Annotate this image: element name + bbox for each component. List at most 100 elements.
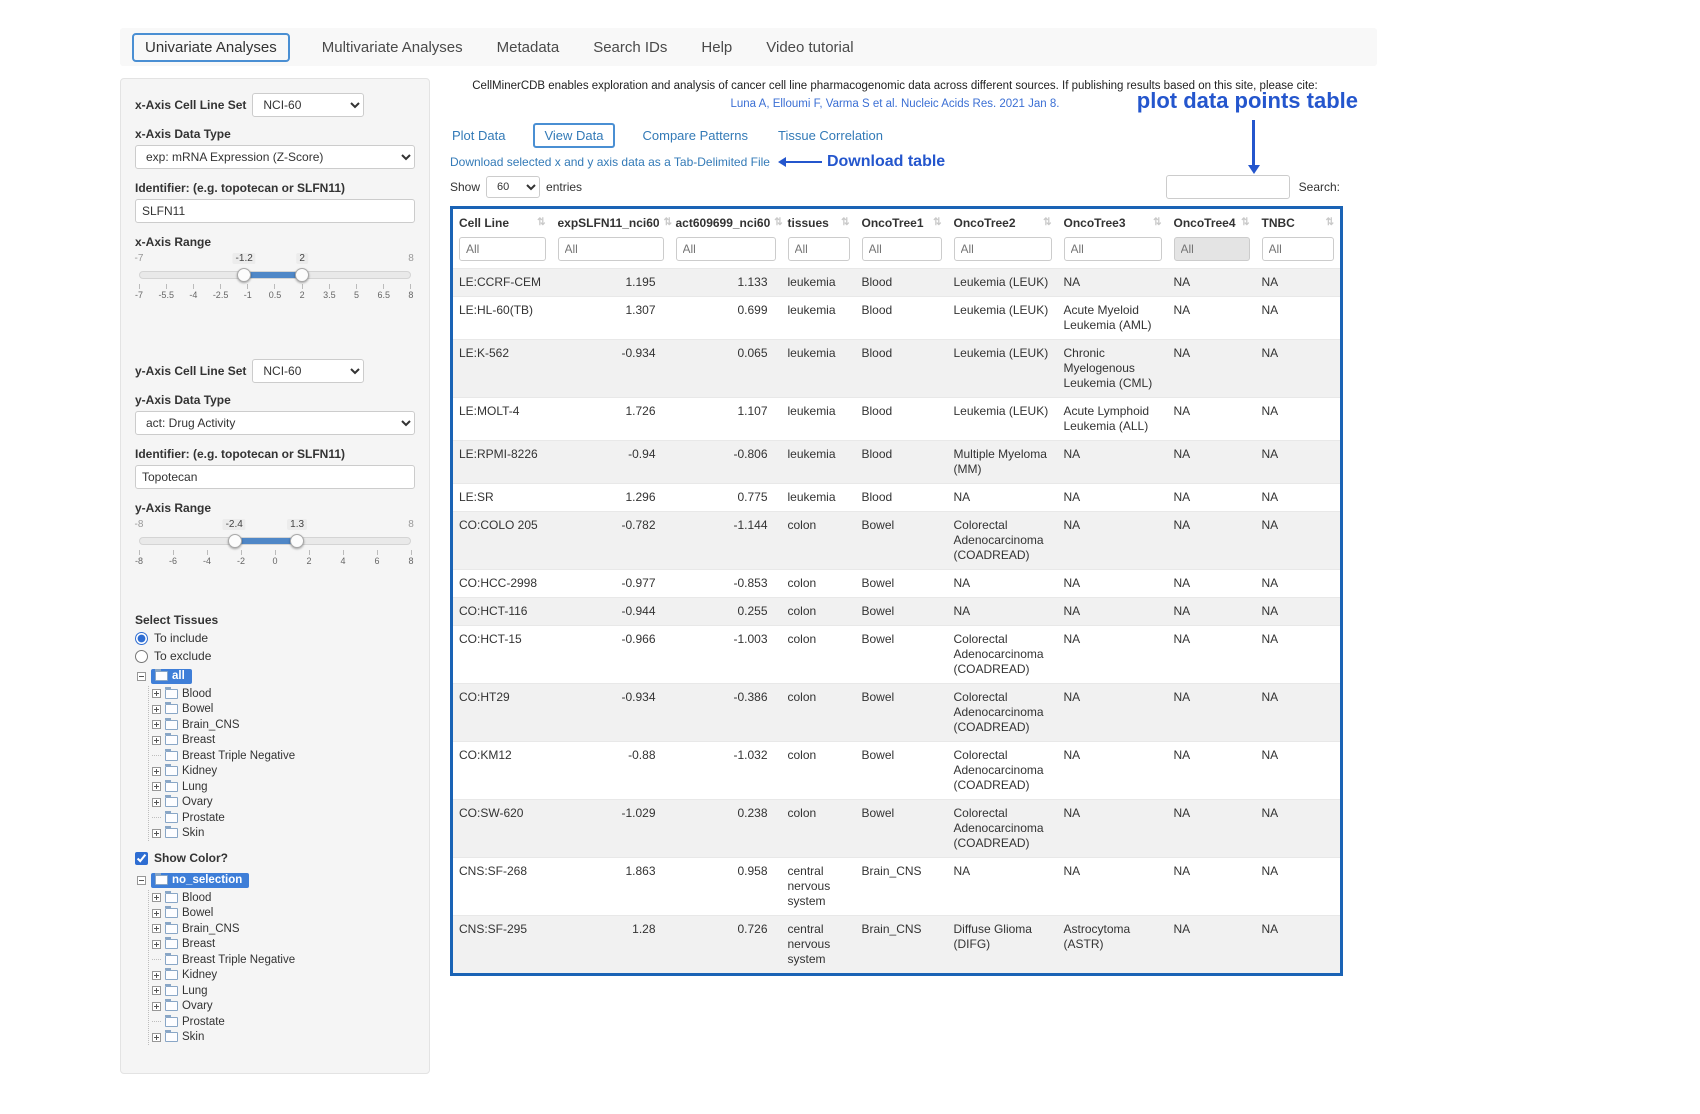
show-color-checkbox[interactable] — [135, 852, 148, 865]
filter-input-oncotree3[interactable] — [1064, 237, 1162, 261]
collapse-icon[interactable] — [137, 876, 146, 885]
expand-icon[interactable] — [152, 986, 161, 995]
cell-tnbc: NA — [1256, 440, 1342, 483]
tissue-item-prostate[interactable]: Prostate — [152, 810, 415, 826]
nav-tab-metadata[interactable]: Metadata — [495, 35, 562, 60]
tab-compare-patterns[interactable]: Compare Patterns — [641, 125, 751, 146]
expand-icon[interactable] — [152, 1002, 161, 1011]
y-axis-identifier-input[interactable] — [135, 465, 415, 489]
cell-oncotree4: NA — [1168, 397, 1256, 440]
column-header-tnbc[interactable]: TNBC⇅ — [1256, 207, 1342, 235]
tissue-item-skin[interactable]: Skin — [152, 1030, 415, 1046]
cell-tissues: leukemia — [782, 296, 856, 339]
table-row: CO:HCC-2998-0.977-0.853colonBowelNANANAN… — [452, 569, 1342, 597]
x-axis-cell-line-set-select[interactable]: NCI-60 — [252, 93, 364, 117]
collapse-icon[interactable] — [137, 672, 146, 681]
expand-icon[interactable] — [152, 829, 161, 838]
filter-input-tissues[interactable] — [788, 237, 850, 261]
filter-input-tnbc[interactable] — [1262, 237, 1335, 261]
expand-icon[interactable] — [152, 767, 161, 776]
filter-input-expslfn11-nci60[interactable] — [558, 237, 664, 261]
column-header-cell-line[interactable]: Cell Line⇅ — [452, 207, 552, 235]
expand-icon[interactable] — [152, 1033, 161, 1042]
cell-oncotree4: NA — [1168, 483, 1256, 511]
expand-icon[interactable] — [152, 924, 161, 933]
y-axis-data-type-select[interactable]: act: Drug Activity — [135, 411, 415, 435]
tissue-item-ovary[interactable]: Ovary — [152, 999, 415, 1015]
nav-tab-video-tutorial[interactable]: Video tutorial — [764, 35, 855, 60]
expand-icon[interactable] — [152, 689, 161, 698]
tab-view-data[interactable]: View Data — [533, 123, 614, 148]
x-axis-range-slider[interactable]: -7-1.228-7-5.5-4-2.5-10.523.556.58 — [139, 253, 411, 313]
tissue-item-kidney[interactable]: Kidney — [152, 764, 415, 780]
nav-tab-search-ids[interactable]: Search IDs — [591, 35, 669, 60]
table-row: CO:SW-620-1.0290.238colonBowelColorectal… — [452, 799, 1342, 857]
y-axis-cell-line-set-select[interactable]: NCI-60 — [252, 359, 364, 383]
tissue-item-ovary[interactable]: Ovary — [152, 795, 415, 811]
expand-icon[interactable] — [152, 720, 161, 729]
expand-icon[interactable] — [152, 971, 161, 980]
column-header-oncotree2[interactable]: OncoTree2⇅ — [948, 207, 1058, 235]
tissue-tree-root[interactable]: no_selection — [137, 873, 415, 888]
table-row: CO:HCT-116-0.9440.255colonBowelNANANANA — [452, 597, 1342, 625]
x-axis-data-type-select[interactable]: exp: mRNA Expression (Z-Score) — [135, 145, 415, 169]
tissue-item-bowel[interactable]: Bowel — [152, 702, 415, 718]
filter-input-oncotree4[interactable] — [1174, 237, 1250, 261]
tissue-item-brain-cns[interactable]: Brain_CNS — [152, 921, 415, 937]
column-header-tissues[interactable]: tissues⇅ — [782, 207, 856, 235]
tab-plot-data[interactable]: Plot Data — [450, 125, 507, 146]
search-input[interactable] — [1166, 175, 1290, 199]
tissue-item-breast-triple-negative[interactable]: Breast Triple Negative — [152, 748, 415, 764]
radio-to-exclude[interactable] — [135, 650, 148, 663]
entries-select[interactable]: 60 — [486, 176, 540, 198]
tissue-item-breast-triple-negative[interactable]: Breast Triple Negative — [152, 952, 415, 968]
slider-handle-from[interactable] — [237, 268, 251, 282]
column-header-oncotree4[interactable]: OncoTree4⇅ — [1168, 207, 1256, 235]
download-link[interactable]: Download selected x and y axis data as a… — [450, 155, 770, 169]
column-header-oncotree3[interactable]: OncoTree3⇅ — [1058, 207, 1168, 235]
tissue-item-prostate[interactable]: Prostate — [152, 1014, 415, 1030]
filter-input-oncotree1[interactable] — [862, 237, 942, 261]
expand-icon[interactable] — [152, 940, 161, 949]
expand-icon[interactable] — [152, 798, 161, 807]
expand-icon[interactable] — [152, 893, 161, 902]
tissue-item-brain-cns[interactable]: Brain_CNS — [152, 717, 415, 733]
tissue-item-lung[interactable]: Lung — [152, 983, 415, 999]
filter-input-oncotree2[interactable] — [954, 237, 1052, 261]
entries-label: entries — [546, 180, 582, 194]
y-axis-range-slider[interactable]: -8-2.41.38-8-6-4-202468 — [139, 519, 411, 579]
column-header-expslfn11-nci60[interactable]: expSLFN11_nci60⇅ — [552, 207, 670, 235]
tissue-tree-root[interactable]: all — [137, 669, 415, 684]
slider-handle-from[interactable] — [228, 534, 242, 548]
cell-oncotree2: Leukemia (LEUK) — [948, 339, 1058, 397]
tissue-item-breast[interactable]: Breast — [152, 733, 415, 749]
tissue-item-blood[interactable]: Blood — [152, 890, 415, 906]
tissue-item-breast[interactable]: Breast — [152, 937, 415, 953]
tissue-item-kidney[interactable]: Kidney — [152, 968, 415, 984]
slider-handle-to[interactable] — [290, 534, 304, 548]
tissue-item-blood[interactable]: Blood — [152, 686, 415, 702]
slider-track[interactable] — [139, 537, 411, 545]
subtabs: Plot Data View Data Compare Patterns Tissue… — [450, 123, 1340, 148]
nav-tab-multivariate-analyses[interactable]: Multivariate Analyses — [320, 35, 465, 60]
expand-icon[interactable] — [152, 909, 161, 918]
sort-icon: ⇅ — [1153, 216, 1161, 230]
tissue-item-lung[interactable]: Lung — [152, 779, 415, 795]
radio-to-include[interactable] — [135, 632, 148, 645]
slider-track[interactable] — [139, 271, 411, 279]
cell-oncotree1: Blood — [856, 296, 948, 339]
expand-icon[interactable] — [152, 705, 161, 714]
x-axis-identifier-input[interactable] — [135, 199, 415, 223]
expand-icon[interactable] — [152, 736, 161, 745]
filter-input-act609699-nci60[interactable] — [676, 237, 776, 261]
column-header-oncotree1[interactable]: OncoTree1⇅ — [856, 207, 948, 235]
filter-input-cell-line[interactable] — [459, 237, 546, 261]
nav-tab-help[interactable]: Help — [699, 35, 734, 60]
tissue-item-bowel[interactable]: Bowel — [152, 906, 415, 922]
tab-tissue-correlation[interactable]: Tissue Correlation — [776, 125, 885, 146]
slider-handle-to[interactable] — [295, 268, 309, 282]
column-header-act609699-nci60[interactable]: act609699_nci60⇅ — [670, 207, 782, 235]
tissue-item-skin[interactable]: Skin — [152, 826, 415, 842]
nav-tab-univariate-analyses[interactable]: Univariate Analyses — [132, 33, 290, 62]
expand-icon[interactable] — [152, 782, 161, 791]
